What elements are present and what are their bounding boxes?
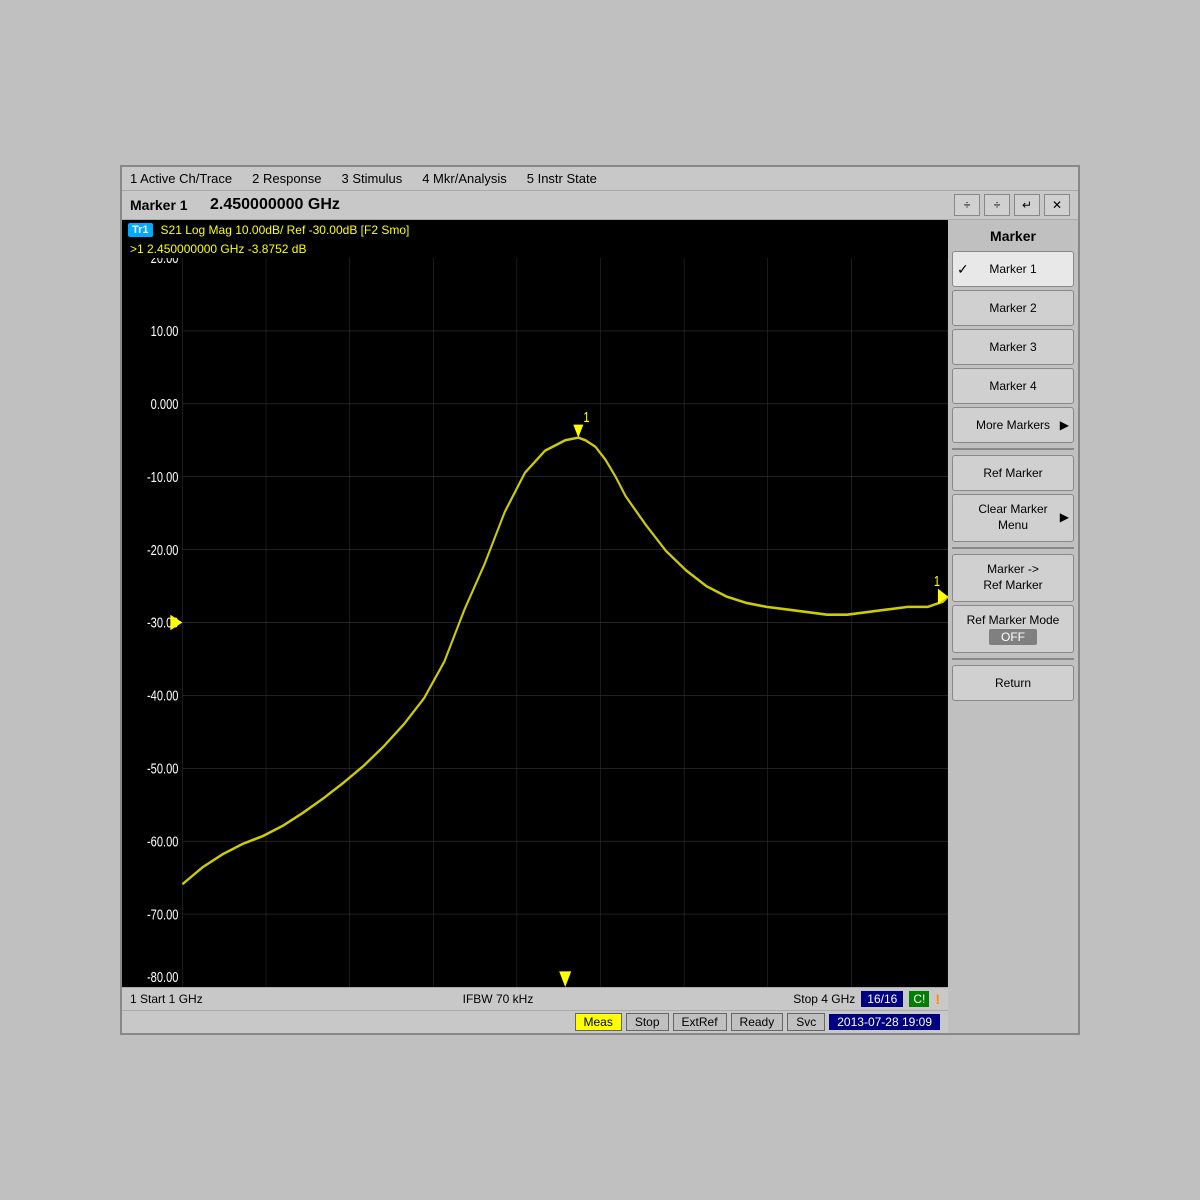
status-meas[interactable]: Meas: [575, 1013, 622, 1031]
status-ready: Ready: [731, 1013, 784, 1031]
more-markers-arrow: ▶: [1060, 418, 1069, 432]
marker-controls: ÷ ÷ ↵ ✕: [954, 194, 1070, 216]
excl-badge: !: [935, 991, 940, 1007]
svg-text:-40.00: -40.00: [147, 687, 178, 704]
sidebar-return[interactable]: Return: [952, 665, 1074, 701]
ref-marker-mode-value: OFF: [989, 629, 1037, 645]
sidebar-more-markers[interactable]: More Markers ▶: [952, 407, 1074, 443]
svg-text:-50.00: -50.00: [147, 760, 178, 777]
svg-text:-70.00: -70.00: [147, 906, 178, 923]
return-label: Return: [995, 676, 1031, 690]
trace-header: Tr1 S21 Log Mag 10.00dB/ Ref -30.00dB [F…: [122, 220, 948, 240]
sidebar-clear-marker-menu[interactable]: Clear Marker Menu ▶: [952, 494, 1074, 542]
sidebar-divider2: [952, 547, 1074, 549]
marker-ctrl-enter[interactable]: ↵: [1014, 194, 1040, 216]
marker-value: 2.450000000 GHz: [210, 196, 944, 214]
marker-readout: >1 2.450000000 GHz -3.8752 dB: [122, 240, 948, 258]
marker1-label: 1: [583, 409, 589, 426]
trace-badge: Tr1: [128, 223, 153, 237]
sidebar-divider3: [952, 658, 1074, 660]
spectrum-chart: 20.00 10.00 0.000 -10.00 -20.00 -30.00 -…: [122, 258, 948, 987]
marker4-label: Marker 4: [989, 379, 1036, 393]
marker-label: Marker 1: [130, 197, 200, 213]
sidebar-ref-marker-mode[interactable]: Ref Marker Mode OFF: [952, 605, 1074, 653]
status-bar: Meas Stop ExtRef Ready Svc 2013-07-28 19…: [122, 1010, 948, 1033]
sidebar-marker2[interactable]: Marker 2: [952, 290, 1074, 326]
chart-container: 20.00 10.00 0.000 -10.00 -20.00 -30.00 -…: [122, 258, 948, 987]
menu-mkr-analysis[interactable]: 4 Mkr/Analysis: [422, 171, 507, 186]
svg-text:10.00: 10.00: [151, 323, 179, 340]
marker-right-label: 1: [934, 573, 940, 590]
chart-area: Tr1 S21 Log Mag 10.00dB/ Ref -30.00dB [F…: [122, 220, 948, 1033]
clear-marker-arrow: ▶: [1060, 510, 1069, 526]
sidebar-title: Marker: [952, 224, 1074, 248]
menu-bar: 1 Active Ch/Trace 2 Response 3 Stimulus …: [122, 167, 1078, 191]
marker-ref-label: Marker -> Ref Marker: [983, 562, 1042, 593]
main-area: Tr1 S21 Log Mag 10.00dB/ Ref -30.00dB [F…: [122, 220, 1078, 1033]
menu-active-ch[interactable]: 1 Active Ch/Trace: [130, 171, 232, 186]
bottom-bar: 1 Start 1 GHz IFBW 70 kHz Stop 4 GHz 16/…: [122, 987, 948, 1010]
stop-freq: Stop 4 GHz: [793, 992, 855, 1006]
ref-marker-mode-container: Ref Marker Mode OFF: [967, 613, 1060, 645]
marker3-label: Marker 3: [989, 340, 1036, 354]
marker-ctrl-leftright[interactable]: ÷: [984, 194, 1010, 216]
svg-text:-60.00: -60.00: [147, 833, 178, 850]
marker-ctrl-close[interactable]: ✕: [1044, 194, 1070, 216]
ifbw: IFBW 70 kHz: [223, 992, 774, 1006]
sidebar-marker-ref-marker[interactable]: Marker -> Ref Marker: [952, 554, 1074, 602]
status-svc: Svc: [787, 1013, 825, 1031]
status-time: 2013-07-28 19:09: [829, 1014, 940, 1030]
more-markers-label: More Markers: [976, 418, 1050, 432]
status-extref[interactable]: ExtRef: [673, 1013, 727, 1031]
sidebar-divider: [952, 448, 1074, 450]
menu-instr-state[interactable]: 5 Instr State: [527, 171, 597, 186]
menu-response[interactable]: 2 Response: [252, 171, 321, 186]
sidebar-ref-marker[interactable]: Ref Marker: [952, 455, 1074, 491]
clear-marker-label: Clear Marker Menu: [978, 502, 1047, 533]
counter-badge: 16/16: [861, 991, 903, 1007]
status-stop[interactable]: Stop: [626, 1013, 669, 1031]
check-icon: ✓: [957, 261, 969, 278]
marker2-label: Marker 2: [989, 301, 1036, 315]
marker1-label: Marker 1: [989, 262, 1036, 276]
svg-text:20.00: 20.00: [151, 258, 179, 267]
trace-info: S21 Log Mag 10.00dB/ Ref -30.00dB [F2 Sm…: [161, 223, 410, 237]
instrument-window: 1 Active Ch/Trace 2 Response 3 Stimulus …: [120, 165, 1080, 1035]
svg-text:-10.00: -10.00: [147, 468, 178, 485]
sidebar-marker3[interactable]: Marker 3: [952, 329, 1074, 365]
c-badge: C!: [909, 991, 929, 1007]
sidebar-marker4[interactable]: Marker 4: [952, 368, 1074, 404]
svg-text:0.000: 0.000: [151, 396, 179, 413]
ref-marker-label: Ref Marker: [983, 466, 1042, 480]
sidebar: Marker ✓ Marker 1 Marker 2 Marker 3 Mark…: [948, 220, 1078, 1033]
svg-text:-80.00: -80.00: [147, 968, 178, 985]
start-freq: 1 Start 1 GHz: [130, 992, 203, 1006]
stop-info: Stop 4 GHz 16/16 C! !: [793, 991, 940, 1007]
menu-stimulus[interactable]: 3 Stimulus: [342, 171, 403, 186]
marker-ctrl-updown[interactable]: ÷: [954, 194, 980, 216]
sidebar-marker1[interactable]: ✓ Marker 1: [952, 251, 1074, 287]
svg-text:-20.00: -20.00: [147, 541, 178, 558]
ref-marker-mode-label: Ref Marker Mode: [967, 613, 1060, 627]
marker-bar: Marker 1 2.450000000 GHz ÷ ÷ ↵ ✕: [122, 191, 1078, 220]
